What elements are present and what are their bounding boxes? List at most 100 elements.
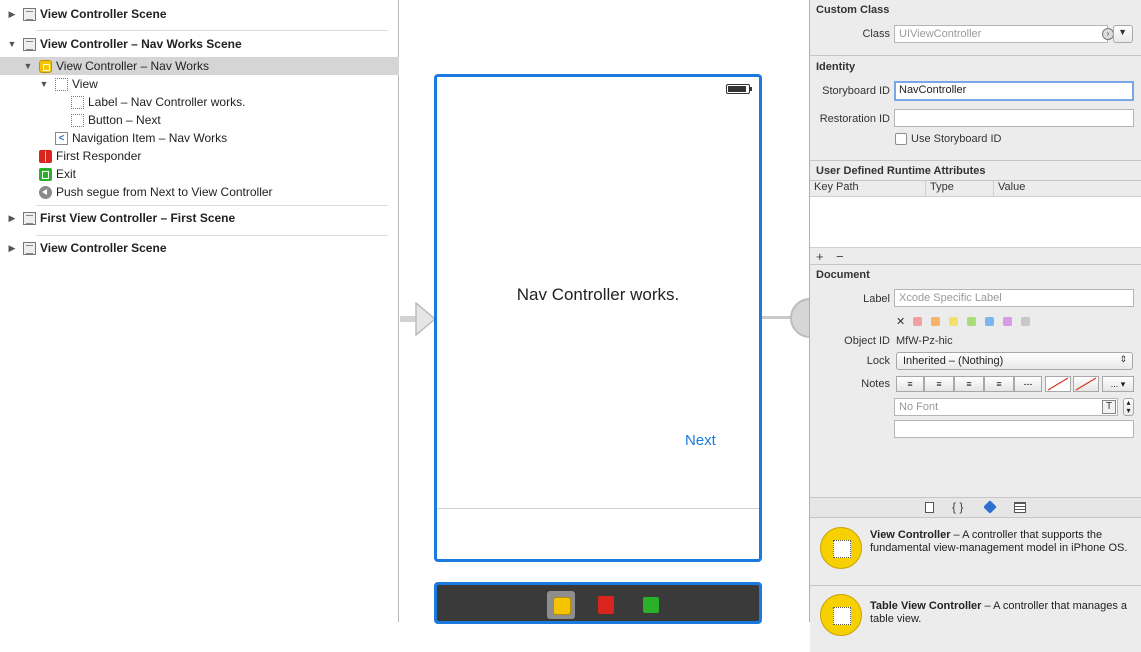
disclosure-expanded-icon[interactable]: ▼ [39,79,49,89]
scene-icon [23,211,36,225]
bg-color-none-icon[interactable] [1073,376,1099,392]
disclosure-expanded-icon[interactable]: ▼ [23,61,33,71]
strike-a-icon [1075,377,1097,391]
next-button[interactable]: Next [685,432,716,449]
align-left-icon[interactable]: ≡ [896,376,924,392]
scene-dock [434,582,762,624]
dock-first-responder-icon[interactable] [592,591,620,619]
outline-label: First Responder [56,149,142,163]
use-storyboard-id-checkbox[interactable] [895,133,907,145]
outline-label: Exit [56,167,77,181]
outline-separator [36,235,388,236]
library-item-table-view-controller[interactable]: Table View Controller – A controller tha… [810,586,1141,652]
add-attribute-button[interactable]: + [816,249,824,264]
color-swatch-purple[interactable] [1003,317,1012,326]
more-options-button[interactable]: ... ▾ [1102,376,1134,392]
clear-color-button[interactable]: ✕ [896,315,905,328]
exit-icon [39,167,52,181]
button-icon [71,113,84,127]
outline-separator [36,205,388,206]
outline-row-first-responder[interactable]: First Responder [0,147,399,165]
outline-row-view-controller-scene[interactable]: ▶ View Controller Scene [0,5,399,23]
navigation-item-icon: < [55,131,68,145]
first-responder-icon [39,149,52,163]
outline-row-nav-works-scene[interactable]: ▼ View Controller – Nav Works Scene [0,35,399,53]
column-type[interactable]: Type [926,181,994,196]
disclosure-expanded-icon[interactable]: ▼ [7,39,17,49]
scene-icon [23,37,36,51]
disclosure-collapsed-icon[interactable]: ▶ [7,9,17,19]
align-justify-icon[interactable]: ≡ [984,376,1014,392]
column-key-path[interactable]: Key Path [810,181,926,196]
class-dropdown-button[interactable]: ▼ [1113,25,1133,43]
nav-controller-label[interactable]: Nav Controller works. [437,285,759,305]
media-library-icon[interactable] [1014,502,1026,513]
section-title-custom-class: Custom Class [816,4,890,16]
notes-label: Notes [861,378,890,390]
file-template-library-icon[interactable] [925,502,934,513]
outline-label: View Controller Scene [40,7,167,21]
document-outline: ▶ View Controller Scene ▼ View Controlle… [0,0,399,622]
outline-row-view[interactable]: ▼ View [0,75,399,93]
library-item-title: Table View Controller [870,600,982,612]
text-color-none-icon[interactable] [1045,376,1071,392]
outline-row-first-scene[interactable]: ▶ First View Controller – First Scene [0,209,399,227]
align-natural-icon[interactable]: --- [1014,376,1042,392]
align-right-icon[interactable]: ≡ [954,376,984,392]
object-library-icon[interactable] [983,500,997,514]
code-snippet-library-icon[interactable]: { } [952,500,963,514]
section-title-runtime-attributes: User Defined Runtime Attributes [816,165,986,177]
outline-label: Push segue from Next to View Controller [56,185,273,199]
disclosure-collapsed-icon[interactable]: ▶ [7,243,17,253]
battery-icon [726,84,752,94]
identity-inspector: Custom Class Class UIViewController › ▼ … [809,0,1141,652]
segue-connector [762,316,792,319]
color-swatch-red[interactable] [913,317,922,326]
storyboard-canvas[interactable]: Nav Controller works. Next [400,0,830,624]
divider [810,160,1141,161]
outline-label: First View Controller – First Scene [40,211,236,225]
color-swatch-green[interactable] [967,317,976,326]
disclosure-collapsed-icon[interactable]: ▶ [7,213,17,223]
outline-row-view-controller-selected[interactable]: ▼ View Controller – Nav Works [0,57,399,75]
restoration-id-field[interactable] [894,109,1134,127]
column-value[interactable]: Value [994,181,1141,196]
class-field[interactable]: UIViewController [894,25,1108,43]
view-controller-library-icon [820,527,862,569]
color-swatch-orange[interactable] [931,317,940,326]
align-center-icon[interactable]: ≡ [924,376,954,392]
outline-row-view-controller-scene-2[interactable]: ▶ View Controller Scene [0,239,399,257]
outline-label: View Controller – Nav Works [56,59,209,73]
view-controller-scene-frame[interactable]: Nav Controller works. Next [434,74,762,562]
outline-label: View Controller – Nav Works Scene [40,37,242,51]
runtime-attributes-table[interactable] [810,196,1141,248]
dock-view-controller-icon[interactable] [547,591,575,619]
lock-dropdown[interactable]: Inherited – (Nothing) ⇕ [896,352,1133,370]
remove-attribute-button[interactable]: − [836,249,844,264]
document-label-label: Label [863,293,890,305]
restoration-id-label: Restoration ID [819,113,890,125]
font-size-stepper[interactable]: ▴ ▾ [1123,398,1134,416]
notes-text-field[interactable] [894,420,1134,438]
color-swatch-gray[interactable] [1021,317,1030,326]
bottom-bar [437,508,759,559]
outline-label: Navigation Item – Nav Works [72,131,228,145]
dock-exit-icon[interactable] [637,591,665,619]
color-swatch-yellow[interactable] [949,317,958,326]
font-field[interactable]: No Font [894,398,1118,416]
use-storyboard-id-label: Use Storyboard ID [911,133,1002,145]
outline-row-exit[interactable]: Exit [0,165,399,183]
storyboard-id-field[interactable]: NavController [894,81,1134,101]
font-picker-icon[interactable]: T [1102,400,1116,414]
outline-row-push-segue[interactable]: Push segue from Next to View Controller [0,183,399,201]
outline-row-navigation-item[interactable]: < Navigation Item – Nav Works [0,129,399,147]
label-icon [71,95,84,109]
divider [810,55,1141,56]
color-swatch-blue[interactable] [985,317,994,326]
outline-separator [36,30,388,31]
outline-row-label[interactable]: Label – Nav Controller works. [0,93,399,111]
library-item-view-controller[interactable]: View Controller – A controller that supp… [810,519,1141,585]
outline-row-button[interactable]: Button – Next [0,111,399,129]
strike-swatch-icon [1047,377,1069,391]
document-label-field[interactable]: Xcode Specific Label [894,289,1134,307]
